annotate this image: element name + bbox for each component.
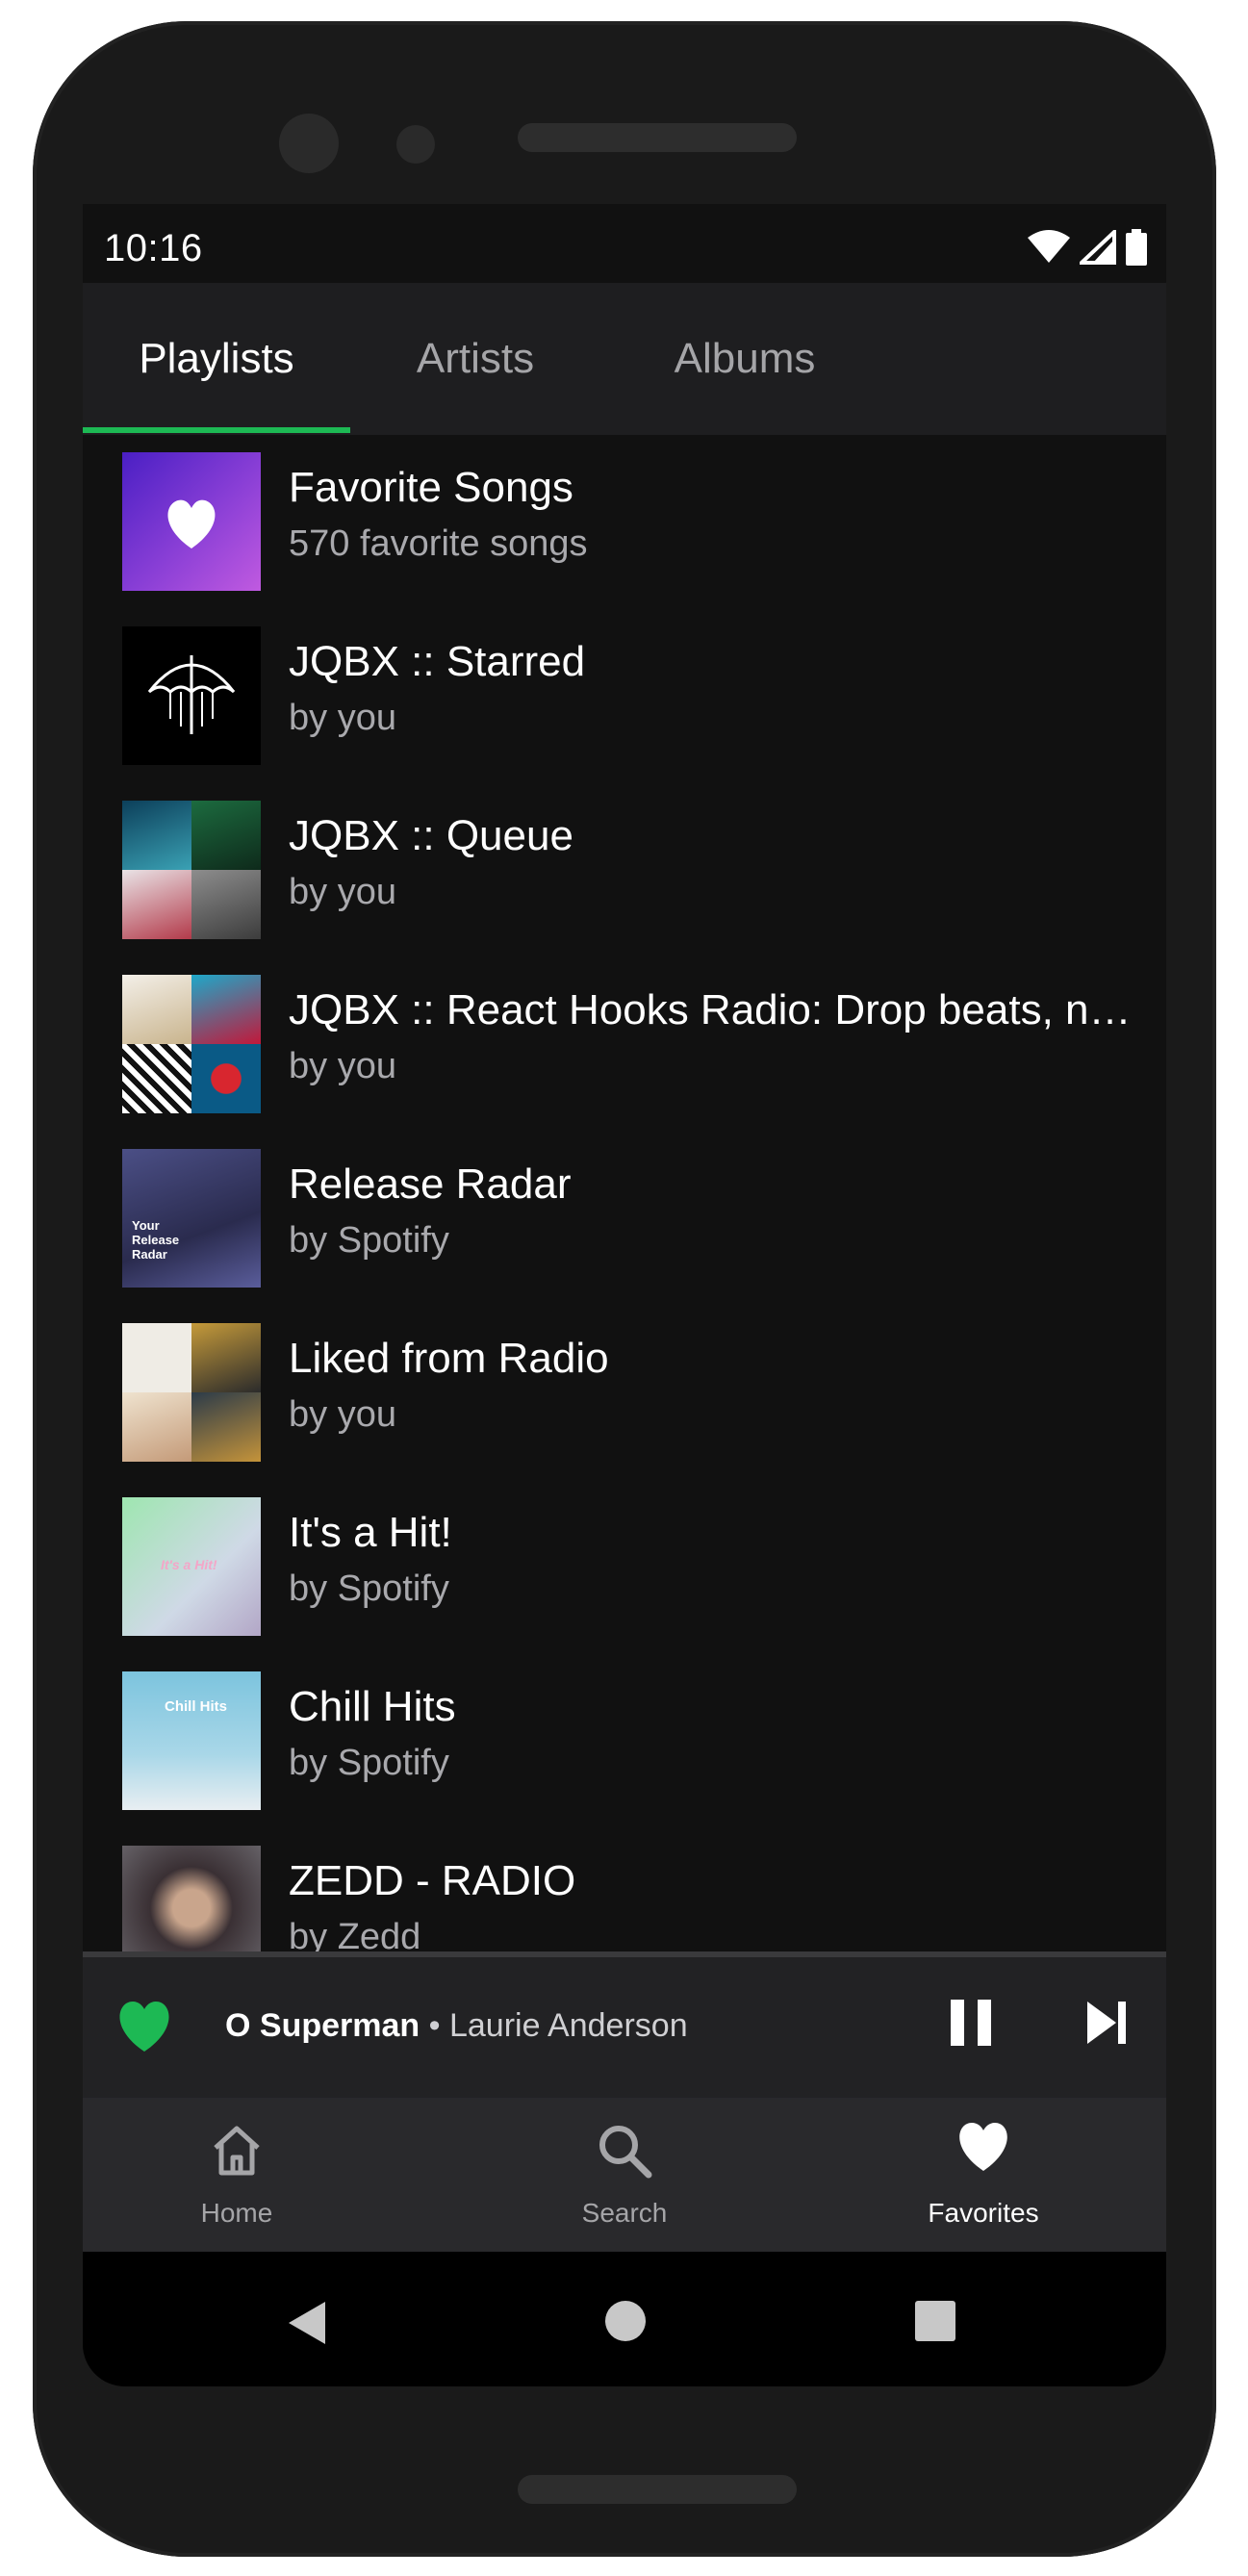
playlist-artwork — [122, 801, 261, 939]
now-playing-text: O Superman • Laurie Anderson — [225, 2007, 688, 2045]
app-screen: 10:16 Playlists Artists Albums Favorite … — [83, 204, 1166, 2386]
playlist-title: Liked from Radio — [289, 1335, 609, 1382]
recents-icon[interactable] — [914, 2300, 956, 2342]
list-item[interactable]: Favorite Songs 570 favorite songs — [83, 445, 1166, 619]
playlist-title: JQBX :: React Hooks Radio: Drop beats, n… — [289, 986, 1132, 1033]
playlist-artwork: It's a Hit! — [122, 1497, 261, 1636]
playlist-subtitle: by you — [289, 1394, 396, 1435]
playlist-title: Favorite Songs — [289, 464, 573, 511]
artwork-text: It's a Hit! — [161, 1557, 217, 1572]
now-playing-separator: • — [420, 2007, 449, 2044]
status-icons — [1028, 229, 1147, 266]
list-item[interactable]: Chill Hits Chill Hits by Spotify — [83, 1664, 1166, 1838]
playlist-title: JQBX :: Queue — [289, 812, 573, 859]
status-bar: 10:16 — [83, 204, 1166, 283]
nav-favorites[interactable]: Favorites — [868, 2098, 1099, 2252]
list-item[interactable]: JQBX :: Queue by you — [83, 793, 1166, 967]
pause-icon[interactable] — [949, 1996, 993, 2050]
status-time: 10:16 — [104, 227, 203, 269]
list-item[interactable]: Liked from Radio by you — [83, 1315, 1166, 1490]
skip-next-icon[interactable] — [1083, 1998, 1130, 2048]
heart-icon — [167, 499, 216, 548]
playlist-subtitle: by you — [289, 698, 396, 738]
nav-favorites-label: Favorites — [928, 2198, 1039, 2228]
playlist-artwork: Chill Hits — [122, 1671, 261, 1810]
playlist-artwork — [122, 1846, 261, 1953]
playlist-subtitle: 570 favorite songs — [289, 523, 588, 564]
nav-home[interactable]: Home — [121, 2098, 352, 2252]
now-playing-bar[interactable]: O Superman • Laurie Anderson — [83, 1951, 1166, 2104]
list-item[interactable]: JQBX :: Starred by you — [83, 619, 1166, 793]
front-sensor — [396, 125, 435, 164]
playlist-subtitle: by Spotify — [289, 1220, 449, 1261]
home-button-icon[interactable] — [604, 2300, 647, 2342]
playlist-artwork: Your Release Radar — [122, 1149, 261, 1288]
playlist-title: ZEDD - RADIO — [289, 1857, 576, 1904]
artwork-text: Your Release Radar — [132, 1218, 180, 1262]
signal-icon — [1080, 230, 1116, 265]
now-playing-song: O Superman — [225, 2007, 420, 2044]
system-navigation-bar — [83, 2252, 1166, 2386]
wifi-icon — [1028, 230, 1070, 263]
back-icon[interactable] — [287, 2300, 329, 2346]
playlist-subtitle: by Spotify — [289, 1569, 449, 1609]
playlist-subtitle: by you — [289, 872, 396, 912]
heart-icon[interactable] — [115, 2000, 173, 2053]
search-icon — [599, 2126, 652, 2179]
battery-icon — [1126, 229, 1147, 266]
heart-icon — [959, 2123, 1007, 2171]
nav-home-label: Home — [200, 2198, 273, 2228]
playlist-subtitle: by you — [289, 1046, 396, 1086]
bottom-speaker — [518, 2475, 797, 2504]
nav-search[interactable]: Search — [509, 2098, 740, 2252]
earpiece-speaker — [518, 123, 797, 152]
tab-playlists[interactable]: Playlists — [83, 283, 350, 435]
list-item[interactable]: It's a Hit! It's a Hit! by Spotify — [83, 1490, 1166, 1664]
list-item[interactable]: Your Release Radar Release Radar by Spot… — [83, 1141, 1166, 1315]
playlist-title: Chill Hits — [289, 1683, 456, 1730]
playlist-artwork — [122, 452, 261, 591]
artwork-text: Chill Hits — [165, 1698, 228, 1715]
umbrella-icon — [147, 655, 236, 734]
playlist-artwork — [122, 975, 261, 1113]
playlist-subtitle: by Zedd — [289, 1917, 421, 1953]
tab-albums[interactable]: Albums — [600, 283, 889, 435]
home-icon — [214, 2126, 260, 2176]
playlist-title: Release Radar — [289, 1160, 572, 1208]
nav-search-label: Search — [581, 2198, 668, 2228]
now-playing-artist: Laurie Anderson — [448, 2007, 688, 2044]
bottom-navigation: Home Search Favorites — [83, 2098, 1166, 2252]
playlist-list[interactable]: Favorite Songs 570 favorite songs JQBX :… — [83, 445, 1166, 1953]
list-item[interactable]: ZEDD - RADIO by Zedd — [83, 1838, 1166, 1953]
playlist-title: It's a Hit! — [289, 1509, 452, 1556]
tab-bar: Playlists Artists Albums — [83, 283, 1166, 435]
playlist-artwork — [122, 1323, 261, 1462]
playlist-artwork — [122, 626, 261, 765]
active-tab-indicator — [83, 427, 350, 433]
playlist-subtitle: by Spotify — [289, 1743, 449, 1783]
front-camera — [279, 114, 339, 173]
list-item[interactable]: JQBX :: React Hooks Radio: Drop beats, n… — [83, 967, 1166, 1141]
tab-artists[interactable]: Artists — [350, 283, 600, 435]
playlist-title: JQBX :: Starred — [289, 638, 586, 685]
